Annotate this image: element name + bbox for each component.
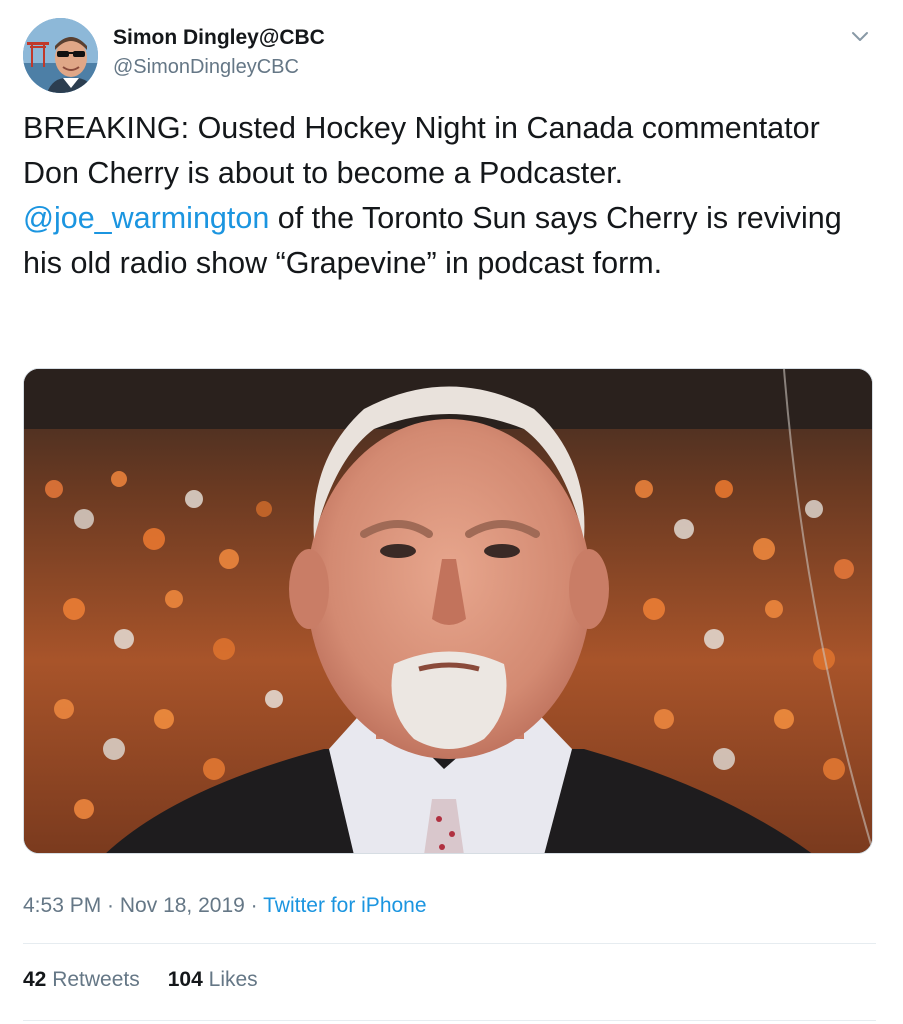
tweet-meta: 4:53 PM · Nov 18, 2019 · Twitter for iPh… xyxy=(23,894,427,918)
author-handle[interactable]: @SimonDingleyCBC xyxy=(113,56,299,79)
divider xyxy=(23,1020,876,1021)
tweet-stats: 42 Retweets 104 Likes xyxy=(23,968,258,992)
retweets-stat[interactable]: 42 Retweets xyxy=(23,968,140,991)
likes-label: Likes xyxy=(208,968,258,991)
tweet-time[interactable]: 4:53 PM xyxy=(23,894,101,917)
avatar-photo-icon xyxy=(23,18,98,93)
likes-count: 104 xyxy=(167,968,203,991)
meta-separator: · xyxy=(244,894,264,917)
author-avatar[interactable] xyxy=(23,18,98,93)
tweet-menu-button[interactable] xyxy=(848,24,872,48)
mention-link[interactable]: @joe_warmington xyxy=(23,201,269,235)
tweet-date[interactable]: Nov 18, 2019 xyxy=(120,894,245,917)
tweet-card: Simon Dingley@CBC @SimonDingleyCBC BREAK… xyxy=(0,0,903,1024)
chevron-down-icon xyxy=(852,32,868,41)
tweet-source-link[interactable]: Twitter for iPhone xyxy=(263,894,426,917)
tweet-text-body: BREAKING: Ousted Hockey Night in Canada … xyxy=(23,111,820,190)
tweet-text: BREAKING: Ousted Hockey Night in Canada … xyxy=(23,106,843,286)
retweets-label: Retweets xyxy=(52,968,140,991)
meta-separator: · xyxy=(101,894,120,917)
tweet-photo[interactable] xyxy=(23,368,873,854)
photo-icon xyxy=(24,369,872,853)
likes-stat[interactable]: 104 Likes xyxy=(168,968,258,991)
divider xyxy=(23,943,876,944)
retweets-count: 42 xyxy=(23,968,47,991)
author-name[interactable]: Simon Dingley@CBC xyxy=(113,26,325,50)
